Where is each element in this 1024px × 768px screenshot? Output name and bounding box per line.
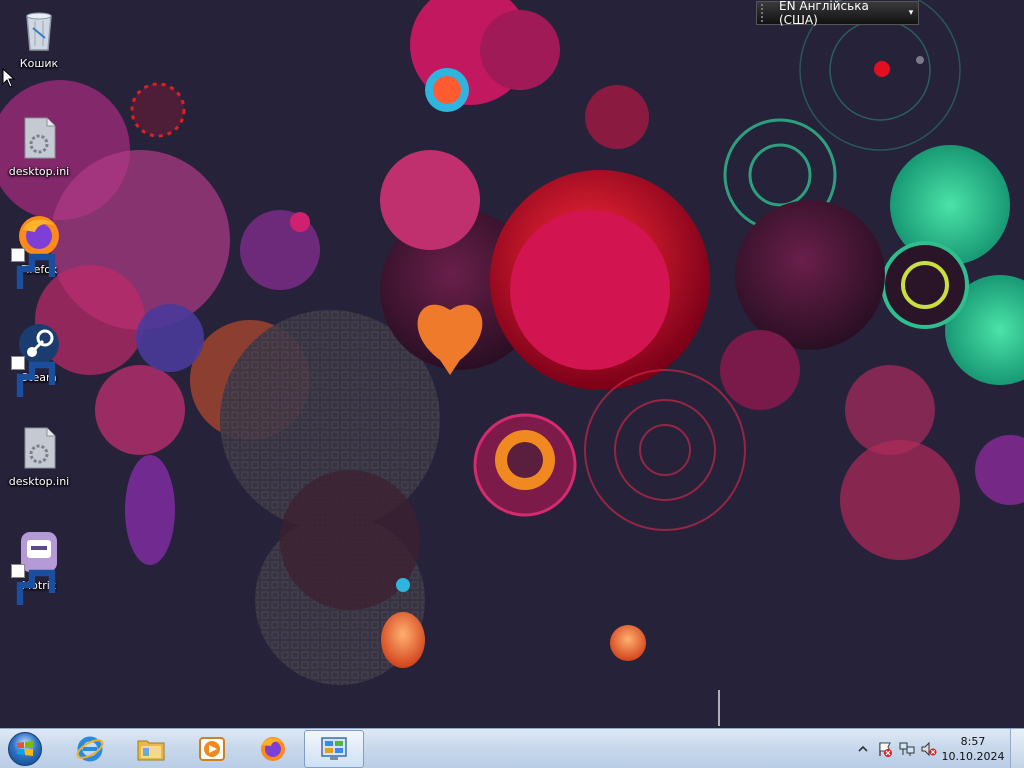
- config-file-icon: [15, 114, 63, 162]
- taskbar-clock[interactable]: 8:57 10.10.2024: [940, 734, 1006, 764]
- desktop-icon-label: Кошик: [19, 57, 59, 70]
- language-bar-grip[interactable]: [761, 4, 771, 22]
- shortcut-arrow-icon: [11, 248, 56, 289]
- windows-start-orb-icon: [8, 731, 42, 766]
- firefox-icon: [11, 212, 63, 289]
- taskbar-firefox[interactable]: [243, 730, 303, 768]
- desktop-icon-label: desktop.ini: [8, 165, 70, 178]
- desktop-wallpaper: [0, 0, 1024, 728]
- taskbar-control-panel[interactable]: [304, 729, 364, 768]
- desktop-icon-motrix[interactable]: Motrix: [1, 528, 77, 605]
- steam-icon: [11, 320, 63, 397]
- media-player-icon: [199, 736, 225, 761]
- desktop-icon-label: desktop.ini: [8, 475, 70, 488]
- language-bar-options-icon[interactable]: ▾: [904, 8, 918, 18]
- system-tray: 8:57 10.10.2024: [852, 729, 1024, 768]
- mouse-cursor-icon: [2, 68, 16, 88]
- recycle-bin-icon: [15, 6, 63, 54]
- action-center-flag-icon[interactable]: [874, 738, 896, 760]
- clock-date: 10.10.2024: [941, 750, 1005, 763]
- motrix-icon: [11, 528, 63, 605]
- show-hidden-icons-chevron[interactable]: [852, 738, 874, 760]
- shortcut-arrow-icon: [11, 356, 56, 397]
- desktop-icon-desktop-ini-1[interactable]: desktop.ini: [1, 114, 77, 178]
- taskbar: 8:57 10.10.2024: [0, 728, 1024, 768]
- taskbar-internet-explorer[interactable]: [60, 730, 120, 768]
- control-panel-icon: [321, 736, 347, 760]
- start-button[interactable]: [0, 729, 50, 768]
- language-bar[interactable]: EN Англійська (США) ▾: [756, 0, 919, 27]
- desktop-icon-recycle-bin[interactable]: Кошик: [1, 6, 77, 70]
- show-desktop-button[interactable]: [1010, 729, 1024, 768]
- language-indicator[interactable]: EN Англійська (США): [779, 0, 904, 27]
- clock-time: 8:57: [960, 735, 986, 748]
- network-icon[interactable]: [896, 738, 918, 760]
- volume-muted-icon[interactable]: [918, 738, 940, 760]
- firefox-icon: [261, 736, 285, 761]
- desktop-icon-steam[interactable]: Steam: [1, 320, 77, 397]
- desktop-icon-firefox[interactable]: Firefox: [1, 212, 77, 289]
- config-file-icon: [15, 424, 63, 472]
- desktop-icon-desktop-ini-2[interactable]: desktop.ini: [1, 424, 77, 488]
- taskbar-windows-explorer[interactable]: [121, 730, 181, 768]
- folder-explorer-icon: [137, 740, 165, 760]
- shortcut-arrow-icon: [11, 564, 56, 605]
- taskbar-media-player[interactable]: [182, 730, 242, 768]
- internet-explorer-icon: [76, 736, 104, 761]
